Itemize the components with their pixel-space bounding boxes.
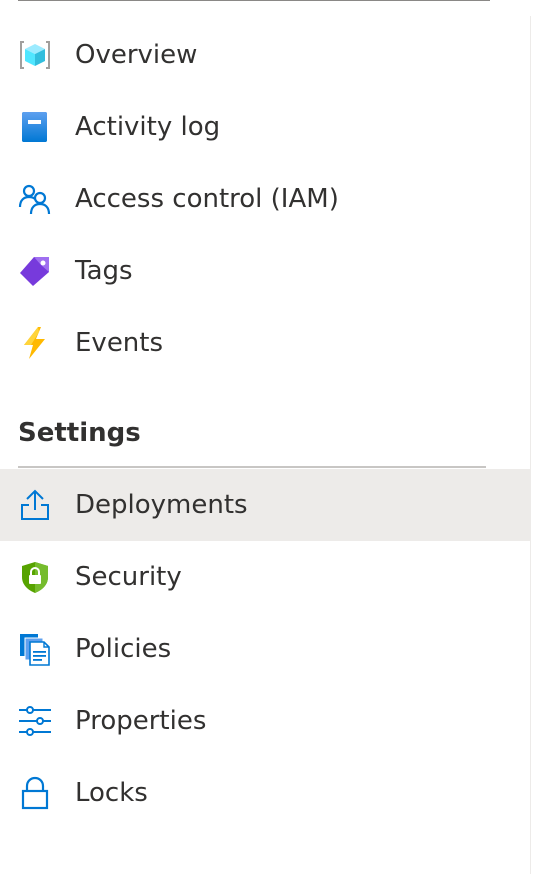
menu-item-label: Access control (IAM) [75, 184, 339, 214]
menu-item-policies[interactable]: Policies [0, 613, 531, 685]
cube-icon [18, 38, 52, 72]
menu-item-properties[interactable]: Properties [0, 685, 531, 757]
upload-icon [18, 488, 52, 522]
people-icon [18, 182, 52, 216]
lightning-icon [18, 326, 52, 360]
menu-item-overview[interactable]: Overview [0, 19, 531, 91]
section-header-settings: Settings [18, 418, 141, 448]
menu-item-label: Policies [75, 634, 172, 664]
menu-item-access-control[interactable]: Access control (IAM) [0, 163, 531, 235]
menu-item-label: Overview [75, 40, 198, 70]
sliders-icon [18, 704, 52, 738]
menu-item-deployments[interactable]: Deployments [0, 469, 531, 541]
menu-item-label: Security [75, 562, 182, 592]
menu-item-locks[interactable]: Locks [0, 757, 531, 829]
menu-item-label: Locks [75, 778, 148, 808]
menu-item-activity-log[interactable]: Activity log [0, 91, 531, 163]
menu-item-label: Activity log [75, 112, 221, 142]
book-icon [18, 110, 52, 144]
menu-item-label: Properties [75, 706, 207, 736]
menu-item-security[interactable]: Security [0, 541, 531, 613]
documents-icon [18, 632, 52, 666]
menu-item-label: Deployments [75, 490, 248, 520]
menu-item-label: Tags [75, 256, 133, 286]
menu-item-events[interactable]: Events [0, 307, 531, 379]
shield-lock-icon [18, 560, 52, 594]
section-divider [18, 466, 486, 468]
menu-item-tags[interactable]: Tags [0, 235, 531, 307]
tag-icon [18, 254, 52, 288]
menu-item-label: Events [75, 328, 164, 358]
lock-icon [18, 776, 52, 810]
top-divider [18, 0, 490, 1]
